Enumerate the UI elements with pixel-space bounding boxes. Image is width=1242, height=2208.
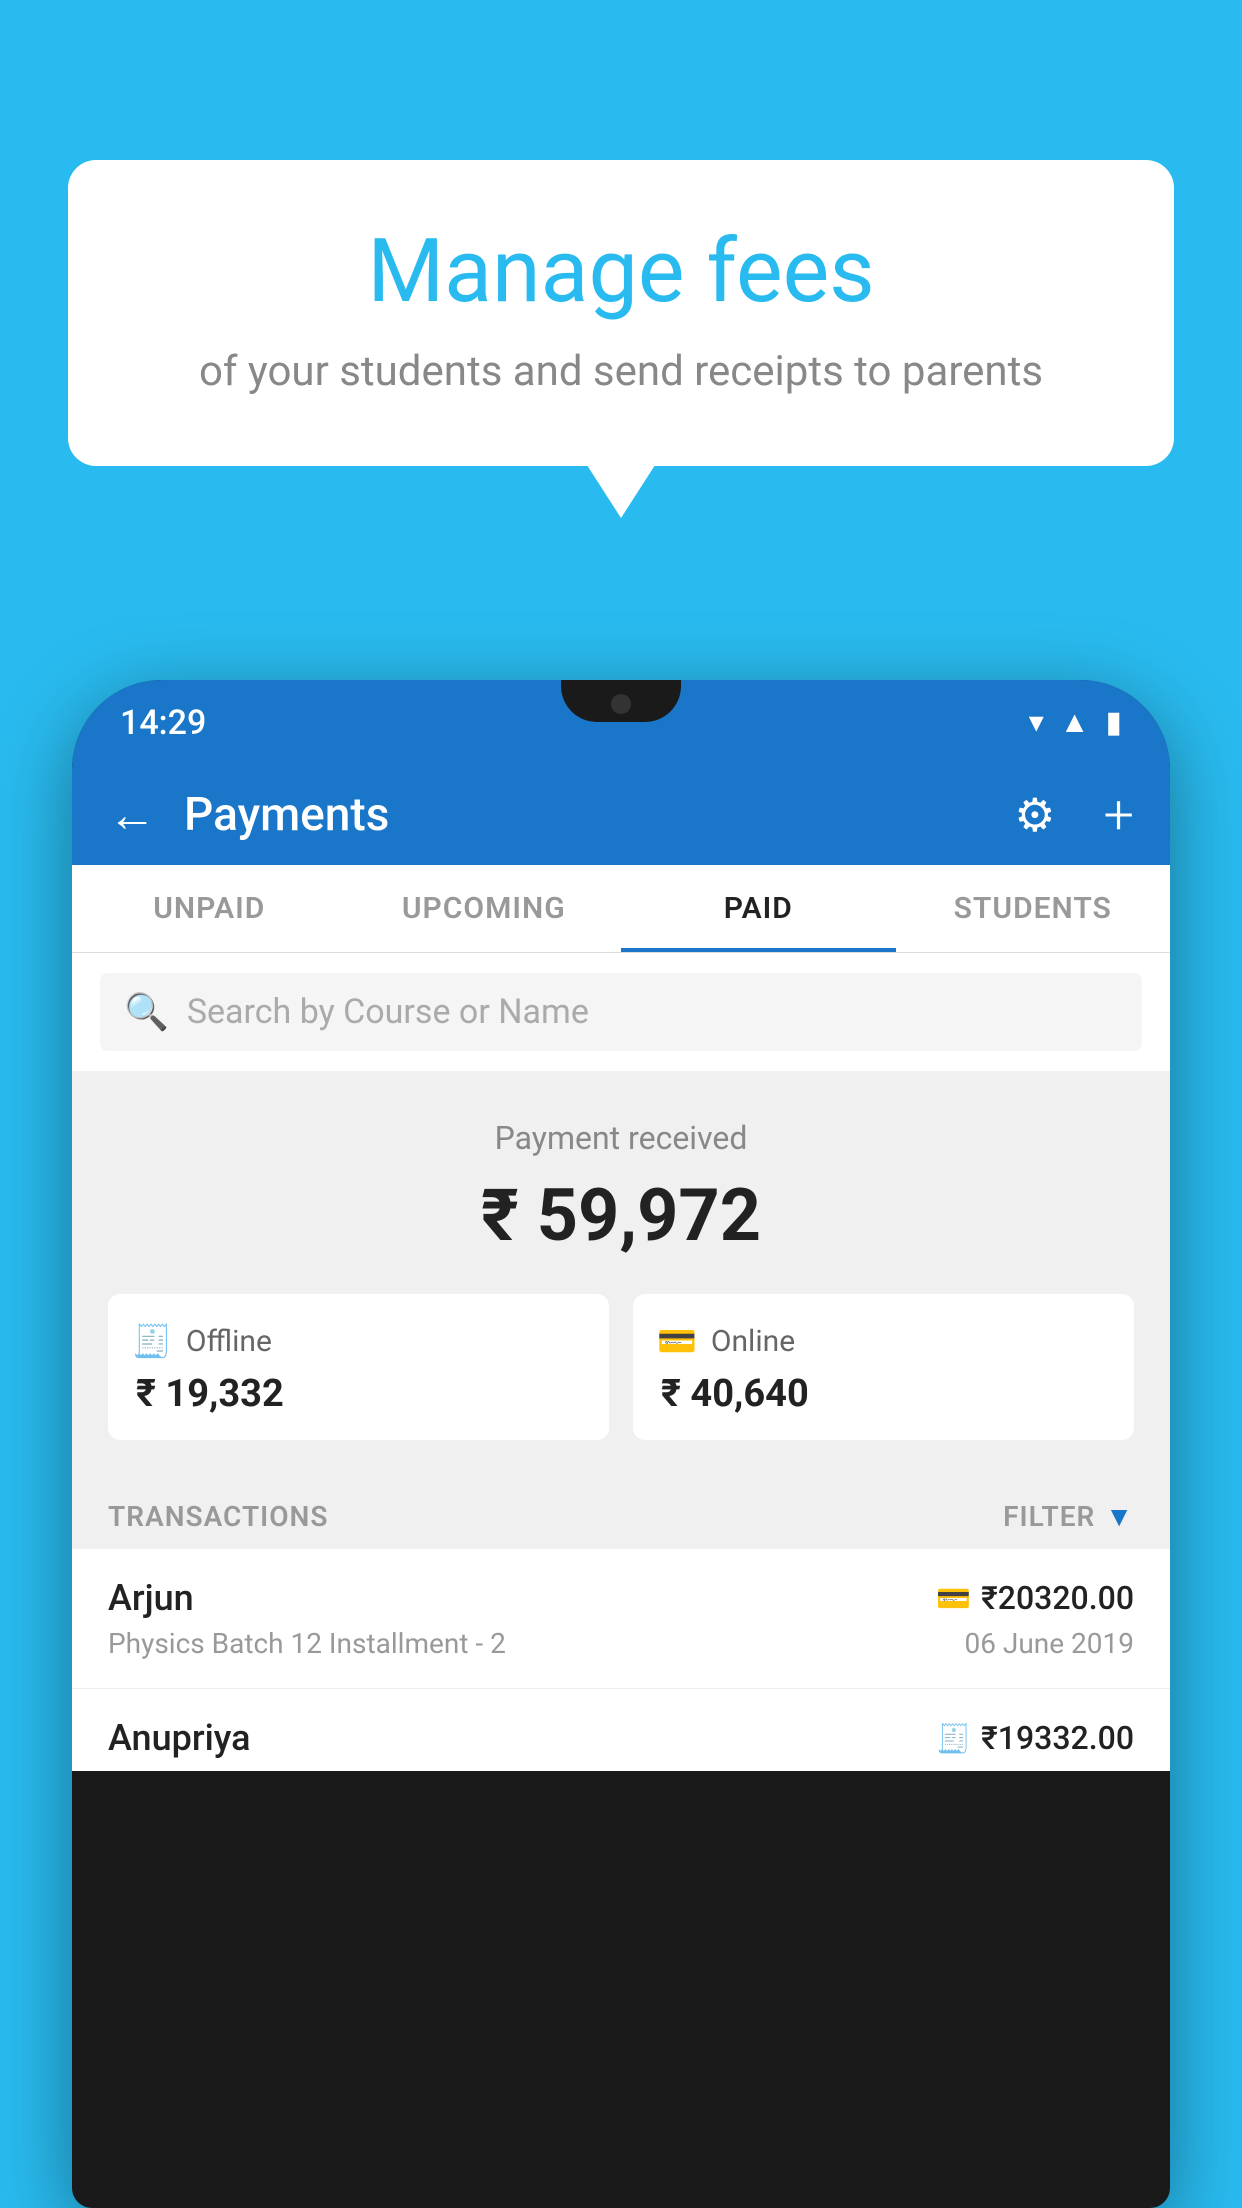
payment-total-amount: ₹ 59,972: [108, 1173, 1134, 1258]
payment-summary: Payment received ₹ 59,972 🧾 Offline ₹ 19…: [72, 1071, 1170, 1476]
transaction-course: Physics Batch 12 Installment - 2: [108, 1627, 506, 1660]
transactions-label: TRANSACTIONS: [108, 1500, 328, 1533]
transactions-header: TRANSACTIONS FILTER ▼: [72, 1476, 1170, 1549]
battery-icon: ▮: [1105, 705, 1122, 740]
header-title: Payments: [184, 788, 986, 842]
tab-paid[interactable]: PAID: [621, 865, 896, 952]
bubble-title: Manage fees: [118, 220, 1124, 323]
add-button[interactable]: +: [1103, 784, 1134, 847]
search-placeholder: Search by Course or Name: [187, 992, 589, 1032]
online-card: 💳 Online ₹ 40,640: [633, 1294, 1134, 1440]
transaction-amount-2: ₹19332.00: [981, 1719, 1134, 1757]
online-icon: 💳: [657, 1322, 697, 1360]
camera-dot: [611, 694, 631, 714]
tab-upcoming[interactable]: UPCOMING: [347, 865, 622, 952]
phone-notch: [561, 680, 681, 722]
back-button[interactable]: ←: [108, 791, 156, 839]
wifi-icon: ▾: [1029, 705, 1044, 740]
transaction-amount-wrap-2: 🧾 ₹19332.00: [936, 1719, 1134, 1757]
status-time: 14:29: [120, 703, 206, 743]
transaction-list: Arjun 💳 ₹20320.00 Physics Batch 12 Insta…: [72, 1549, 1170, 1771]
transaction-name-2: Anupriya: [108, 1717, 251, 1759]
status-icons: ▾ ▲ ▮: [1029, 705, 1122, 740]
cash-payment-icon: 🧾: [936, 1722, 971, 1755]
transaction-row-partial[interactable]: Anupriya 🧾 ₹19332.00: [72, 1689, 1170, 1771]
bubble-subtitle: of your students and send receipts to pa…: [118, 347, 1124, 396]
offline-icon: 🧾: [132, 1322, 172, 1360]
payment-received-label: Payment received: [108, 1119, 1134, 1157]
gear-icon[interactable]: ⚙: [1014, 788, 1055, 843]
search-input[interactable]: 🔍 Search by Course or Name: [100, 973, 1142, 1051]
signal-icon: ▲: [1060, 705, 1090, 740]
search-icon: 🔍: [124, 991, 169, 1033]
offline-label: Offline: [186, 1324, 272, 1359]
online-label: Online: [711, 1324, 795, 1359]
offline-amount: ₹ 19,332: [132, 1372, 585, 1416]
card-payment-icon: 💳: [936, 1582, 971, 1615]
transaction-date: 06 June 2019: [964, 1627, 1134, 1660]
transaction-amount: ₹20320.00: [981, 1579, 1134, 1617]
tab-students[interactable]: STUDENTS: [896, 865, 1171, 952]
offline-card: 🧾 Offline ₹ 19,332: [108, 1294, 609, 1440]
speech-bubble: Manage fees of your students and send re…: [68, 160, 1174, 466]
offline-card-header: 🧾 Offline: [132, 1322, 585, 1360]
tab-unpaid[interactable]: UNPAID: [72, 865, 347, 952]
transaction-top: Arjun 💳 ₹20320.00: [108, 1577, 1134, 1619]
tabs-bar: UNPAID UPCOMING PAID STUDENTS: [72, 865, 1170, 953]
transaction-bottom: Physics Batch 12 Installment - 2 06 June…: [108, 1627, 1134, 1660]
filter-button[interactable]: FILTER ▼: [1003, 1500, 1134, 1533]
background: Manage fees of your students and send re…: [0, 0, 1242, 2208]
transaction-amount-wrap: 💳 ₹20320.00: [936, 1579, 1134, 1617]
online-card-header: 💳 Online: [657, 1322, 1110, 1360]
online-amount: ₹ 40,640: [657, 1372, 1110, 1416]
status-bar: 14:29 ▾ ▲ ▮: [72, 680, 1170, 765]
filter-icon: ▼: [1105, 1500, 1134, 1533]
payment-cards: 🧾 Offline ₹ 19,332 💳 Online ₹ 40,640: [108, 1294, 1134, 1440]
app-header: ← Payments ⚙ +: [72, 765, 1170, 865]
transaction-name: Arjun: [108, 1577, 194, 1619]
transaction-row[interactable]: Arjun 💳 ₹20320.00 Physics Batch 12 Insta…: [72, 1549, 1170, 1689]
transaction-top-partial: Anupriya 🧾 ₹19332.00: [108, 1717, 1134, 1759]
search-section: 🔍 Search by Course or Name: [72, 953, 1170, 1071]
phone-frame: 14:29 ▾ ▲ ▮ ← Payments ⚙ + UNPAID UPCOMI…: [72, 680, 1170, 2208]
